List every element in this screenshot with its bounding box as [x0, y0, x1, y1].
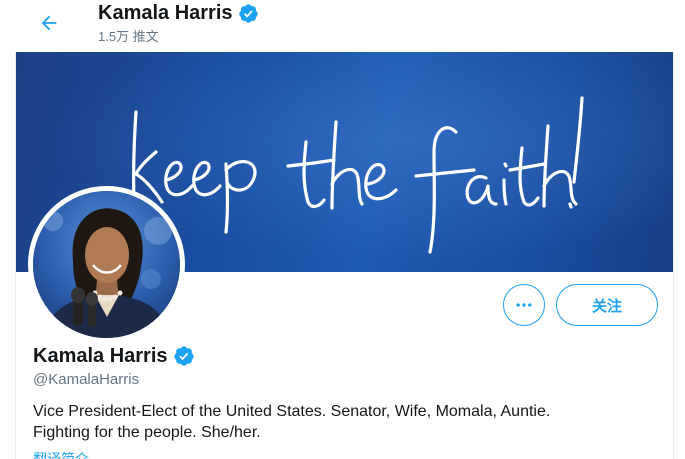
back-button[interactable] — [32, 6, 66, 40]
timeline-border-right — [673, 50, 674, 459]
profile-avatar[interactable] — [28, 186, 185, 343]
more-horizontal-icon — [516, 303, 532, 307]
bio-line: Fighting for the people. She/her. — [33, 424, 261, 441]
bio-line: Vice President-Elect of the United State… — [33, 403, 551, 420]
arrow-left-icon — [41, 15, 57, 31]
profile-name-row: Kamala Harris — [33, 343, 195, 369]
profile-bio: Vice President-Elect of the United State… — [33, 401, 653, 443]
follow-button[interactable]: 关注 — [556, 284, 658, 326]
header-display-name: Kamala Harris — [98, 2, 233, 24]
profile-display-name: Kamala Harris — [33, 345, 168, 367]
header-name-row: Kamala Harris — [98, 0, 259, 26]
profile-handle: @KamalaHarris — [33, 371, 140, 388]
avatar-photo — [33, 191, 180, 338]
tweet-count: 1.5万 推文 — [98, 29, 159, 44]
verified-badge-icon — [238, 3, 258, 23]
top-header: Kamala Harris 1.5万 推文 — [0, 0, 685, 52]
translate-bio-link[interactable]: 翻译简介 — [33, 449, 89, 459]
verified-badge-icon — [173, 346, 194, 366]
more-options-button[interactable] — [503, 284, 545, 326]
